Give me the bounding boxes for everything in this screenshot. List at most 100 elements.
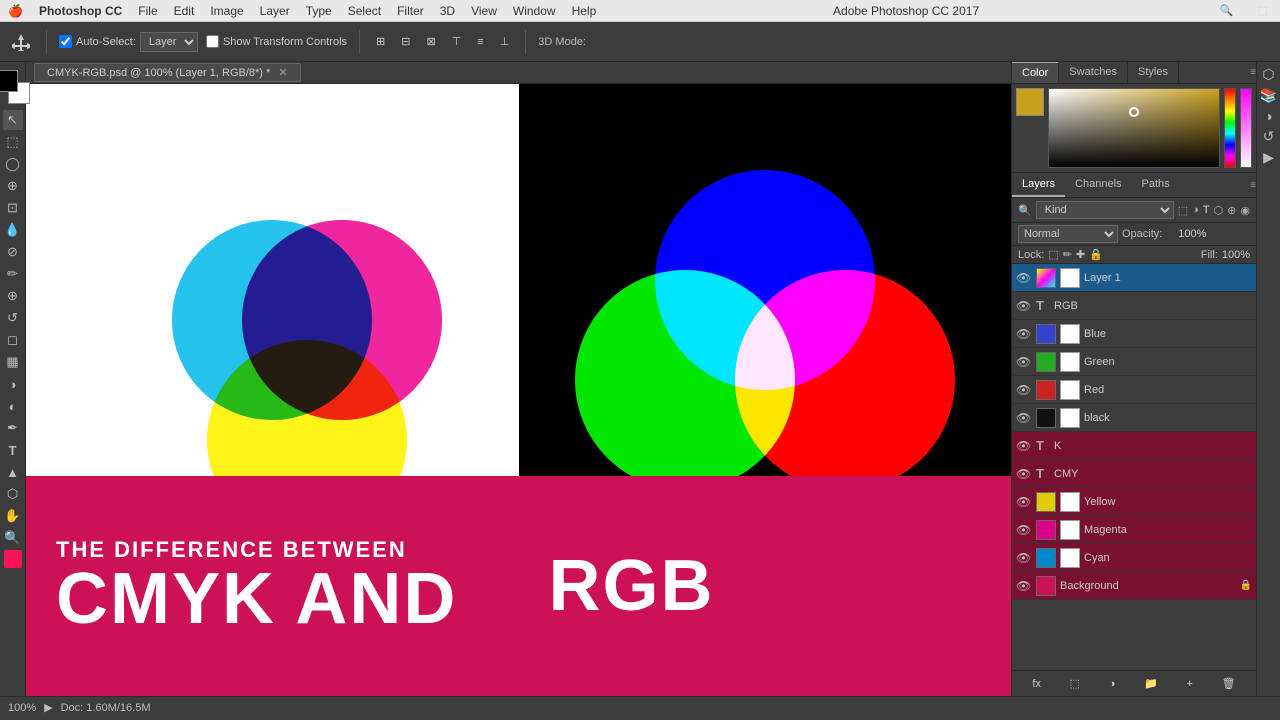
align-bottom-btn[interactable]: ⊥: [496, 33, 514, 50]
adjustments-icon[interactable]: ◑: [1264, 108, 1272, 124]
filter-adj-icon[interactable]: ◑: [1192, 204, 1199, 216]
color-swatch-main[interactable]: [1016, 88, 1044, 116]
filter-smart-icon[interactable]: ⊕: [1227, 204, 1236, 217]
lock-move-icon[interactable]: ✚: [1076, 248, 1085, 261]
text-tool[interactable]: T: [3, 440, 23, 460]
menu-view[interactable]: View: [471, 4, 497, 18]
menu-window[interactable]: Window: [513, 4, 556, 18]
quick-select-tool[interactable]: ⊕: [3, 176, 23, 196]
auto-select-dropdown[interactable]: Layer: [140, 32, 198, 52]
color-tab[interactable]: Color: [1012, 62, 1059, 83]
fg-color-swatch[interactable]: [4, 550, 22, 568]
filter-kind-dropdown[interactable]: Kind: [1036, 201, 1174, 219]
filter-toggle[interactable]: ◉: [1240, 204, 1250, 217]
layer-item-yellow[interactable]: 👁 Yellow: [1012, 488, 1256, 516]
dodge-tool[interactable]: ◐: [3, 396, 23, 416]
layer-vis-green[interactable]: 👁: [1016, 355, 1032, 369]
delete-layer-button[interactable]: 🗑: [1218, 675, 1240, 692]
layer-vis-magenta[interactable]: 👁: [1016, 523, 1032, 537]
libraries-icon[interactable]: 📚: [1260, 87, 1277, 104]
filter-shape-icon[interactable]: ⬡: [1214, 204, 1224, 217]
lock-all-icon[interactable]: 🔒: [1089, 248, 1103, 261]
pen-tool[interactable]: ✒: [3, 418, 23, 438]
lock-pixels-icon[interactable]: ⬚: [1048, 248, 1058, 261]
layer-vis-red[interactable]: 👁: [1016, 383, 1032, 397]
layer-vis-black[interactable]: 👁: [1016, 411, 1032, 425]
healing-brush-tool[interactable]: ⊘: [3, 242, 23, 262]
layer-vis-blue[interactable]: 👁: [1016, 327, 1032, 341]
history-icon[interactable]: ↺: [1263, 128, 1275, 145]
styles-tab[interactable]: Styles: [1128, 62, 1179, 83]
menu-filter[interactable]: Filter: [397, 4, 424, 18]
menu-image[interactable]: Image: [210, 4, 243, 18]
fill-value[interactable]: 100%: [1222, 249, 1250, 261]
layer-item-k[interactable]: 👁 T K: [1012, 432, 1256, 460]
menu-edit[interactable]: Edit: [174, 4, 195, 18]
layer-item-layer1[interactable]: 👁 Layer 1: [1012, 264, 1256, 292]
align-left-btn[interactable]: ⊞: [372, 33, 389, 50]
blend-mode-dropdown[interactable]: Normal: [1018, 225, 1118, 243]
layer-item-black[interactable]: 👁 black: [1012, 404, 1256, 432]
path-select-tool[interactable]: ▲: [3, 462, 23, 482]
layer-vis-rgb[interactable]: 👁: [1016, 299, 1032, 313]
align-middle-btn[interactable]: ≡: [473, 34, 487, 50]
menu-select[interactable]: Select: [348, 4, 381, 18]
layer-vis-yellow[interactable]: 👁: [1016, 495, 1032, 509]
align-top-btn[interactable]: ⊤: [448, 33, 466, 50]
layer-vis-k[interactable]: 👁: [1016, 439, 1032, 453]
foreground-color[interactable]: [0, 70, 18, 92]
history-brush-tool[interactable]: ↺: [3, 308, 23, 328]
opacity-value[interactable]: 100%: [1166, 228, 1206, 240]
menu-file[interactable]: File: [138, 4, 157, 18]
layer-item-rgb[interactable]: 👁 T RGB: [1012, 292, 1256, 320]
paths-tab[interactable]: Paths: [1132, 173, 1180, 197]
layer-item-blue[interactable]: 👁 Blue: [1012, 320, 1256, 348]
show-transform-checkbox[interactable]: [206, 35, 219, 48]
lock-position-icon[interactable]: ✏: [1063, 248, 1072, 261]
align-center-btn[interactable]: ⊟: [397, 33, 414, 50]
layers-tab[interactable]: Layers: [1012, 173, 1065, 197]
shape-tool[interactable]: ⬡: [3, 484, 23, 504]
swatches-tab[interactable]: Swatches: [1059, 62, 1128, 83]
layer-item-green[interactable]: 👁 Green: [1012, 348, 1256, 376]
saturation-slider[interactable]: [1240, 88, 1252, 168]
layer-item-magenta[interactable]: 👁 Magenta: [1012, 516, 1256, 544]
layer-item-background[interactable]: 👁 Background 🔒: [1012, 572, 1256, 600]
menu-type[interactable]: Type: [306, 4, 332, 18]
fx-button[interactable]: fx: [1028, 676, 1045, 692]
eyedropper-tool[interactable]: 💧: [3, 220, 23, 240]
auto-select-checkbox[interactable]: [59, 35, 72, 48]
align-right-btn[interactable]: ⊠: [422, 33, 439, 50]
new-layer-button[interactable]: +: [1182, 676, 1196, 692]
menu-help[interactable]: Help: [572, 4, 597, 18]
blur-tool[interactable]: ◑: [3, 374, 23, 394]
close-tab-button[interactable]: ✕: [278, 66, 287, 79]
properties-icon[interactable]: ⬡: [1262, 66, 1274, 83]
hand-tool[interactable]: ✋: [3, 506, 23, 526]
group-button[interactable]: 📁: [1140, 675, 1162, 692]
lasso-tool[interactable]: ◯: [3, 154, 23, 174]
layer-vis-cmy[interactable]: 👁: [1016, 467, 1032, 481]
layer-item-cyan[interactable]: 👁 Cyan: [1012, 544, 1256, 572]
arrange-button[interactable]: ⬚: [1254, 2, 1272, 19]
crop-tool[interactable]: ⊡: [3, 198, 23, 218]
layer-vis-background[interactable]: 👁: [1016, 579, 1032, 593]
apple-menu[interactable]: 🍎: [8, 4, 23, 18]
clone-stamp-tool[interactable]: ⊕: [3, 286, 23, 306]
brush-tool[interactable]: ✏: [3, 264, 23, 284]
search-button[interactable]: 🔍: [1216, 2, 1238, 19]
filter-text-icon[interactable]: T: [1203, 204, 1210, 216]
filter-pixel-icon[interactable]: ⬚: [1178, 204, 1188, 217]
layer-item-red[interactable]: 👁 Red: [1012, 376, 1256, 404]
move-tool[interactable]: ↖: [3, 110, 23, 130]
actions-icon[interactable]: ▶: [1263, 149, 1274, 166]
layer-vis-layer1[interactable]: 👁: [1016, 271, 1032, 285]
color-gradient[interactable]: [1048, 88, 1220, 168]
channels-tab[interactable]: Channels: [1065, 173, 1131, 197]
hue-slider[interactable]: [1224, 88, 1236, 168]
menu-3d[interactable]: 3D: [440, 4, 455, 18]
adjustment-button[interactable]: ◑: [1105, 676, 1120, 692]
eraser-tool[interactable]: ◻: [3, 330, 23, 350]
layer-vis-cyan[interactable]: 👁: [1016, 551, 1032, 565]
menu-layer[interactable]: Layer: [260, 4, 290, 18]
